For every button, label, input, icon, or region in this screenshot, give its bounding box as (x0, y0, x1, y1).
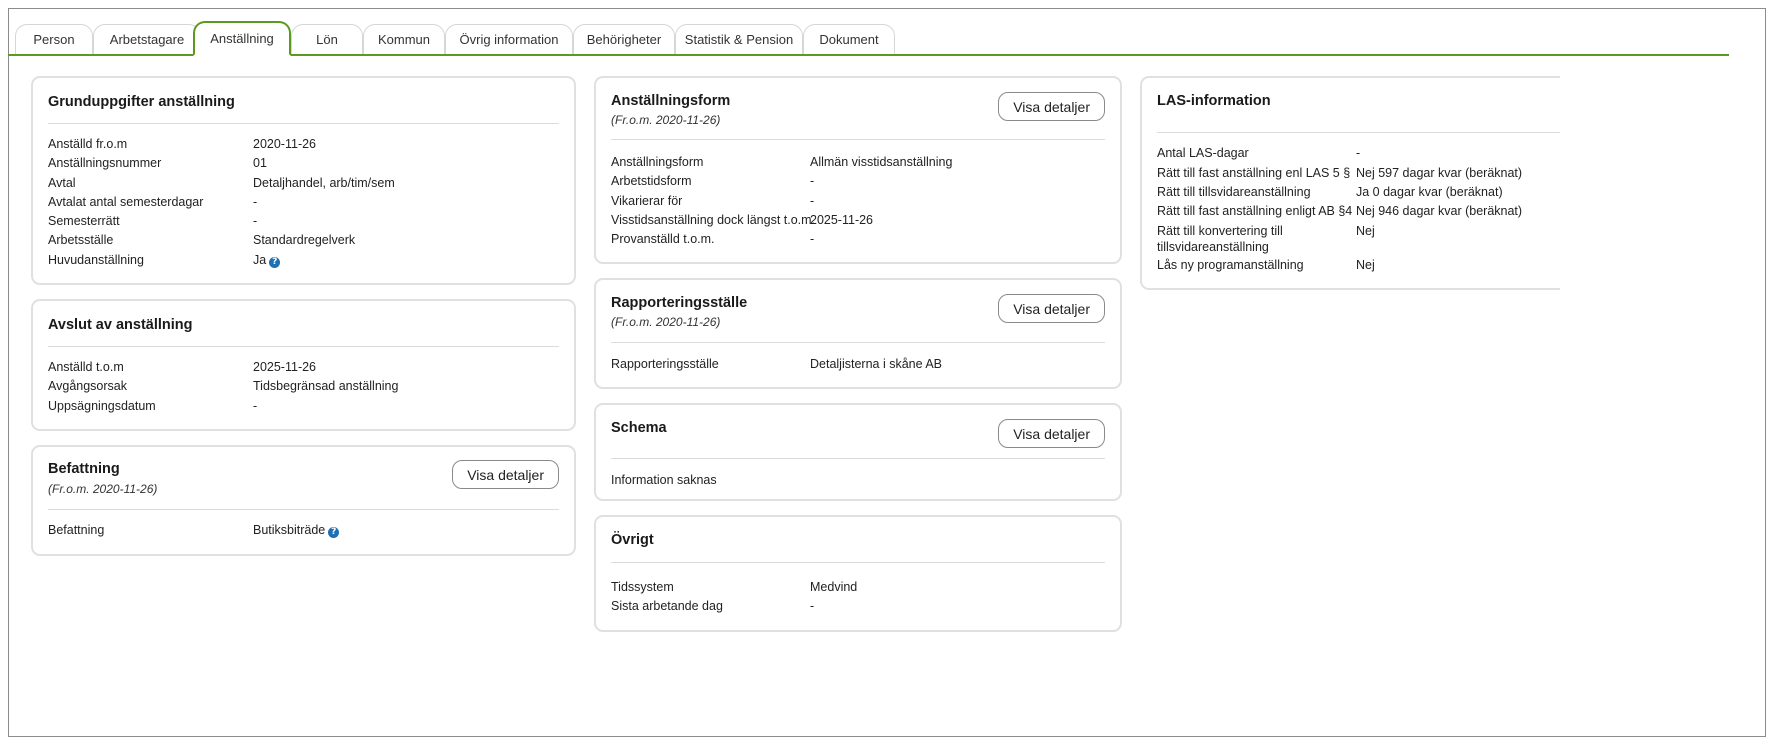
row-label: Rapporteringsställe (611, 357, 719, 371)
row-value: - (810, 174, 815, 188)
row-value: Medvind (810, 580, 858, 594)
row-value: Standardregelverk (253, 233, 356, 247)
row-label: Rätt till konvertering till tillsvidarea… (1157, 224, 1283, 254)
row-label: Rätt till fast anställning enligt AB §4 (1157, 204, 1353, 218)
visa-detaljer-button[interactable]: Visa detaljer (998, 294, 1105, 323)
anstallningsform-card: Anställningsform (Fr.o.m. 2020-11-26) Vi… (594, 76, 1122, 264)
row-value: Nej 946 dagar kvar (beräknat) (1356, 204, 1523, 218)
visa-detaljer-button[interactable]: Visa detaljer (998, 92, 1105, 121)
row-label: Sista arbetande dag (611, 599, 723, 613)
row-value: Detaljhandel, arb/tim/sem (253, 176, 395, 190)
row-value: Nej 597 dagar kvar (beräknat) (1356, 166, 1523, 180)
row-label: Anställd fr.o.m (48, 137, 128, 151)
row-value: Allmän visstidsanställning (810, 155, 953, 169)
card-title: Anställningsform (611, 93, 731, 109)
card-header: Rapporteringsställe (Fr.o.m. 2020-11-26)… (611, 280, 1105, 343)
row-value: - (253, 214, 258, 228)
card-header: Schema Visa detaljer (611, 405, 1105, 459)
row-value: Tidsbegränsad anställning (253, 379, 399, 393)
row-label: Semesterrätt (48, 214, 120, 228)
row-value: - (1356, 146, 1361, 160)
row-value: Detaljisterna i skåne AB (810, 357, 943, 371)
row-value: Nej (1356, 224, 1375, 238)
tab-behorigheter[interactable]: Behörigheter (573, 24, 675, 54)
row-label: Visstidsanställning dock längst t.o.m. (611, 213, 816, 227)
row-label: Arbetstidsform (611, 174, 692, 188)
row-label: Avtalat antal semesterdagar (48, 195, 204, 209)
tab-statistik-pension[interactable]: Statistik & Pension (675, 24, 803, 54)
row-label: Anställningsform (611, 155, 704, 169)
row-label: Rätt till tillsvidareanställning (1157, 185, 1311, 199)
card-header: Grunduppgifter anställning (48, 78, 559, 124)
grunduppgifter-card: Grunduppgifter anställning Anställd fr.o… (31, 76, 576, 285)
las-information-card: LAS-information Antal LAS-dagar - Rätt t… (1140, 76, 1560, 290)
row-value: - (810, 232, 815, 246)
row-value: 2025-11-26 (810, 213, 874, 227)
card-title: Övrigt (611, 532, 654, 548)
tab-person[interactable]: Person (15, 24, 93, 54)
befattning-card: Befattning (Fr.o.m. 2020-11-26) Visa det… (31, 445, 576, 556)
card-header: Avslut av anställning (48, 301, 559, 347)
row-label: Avtal (48, 176, 76, 190)
row-value-with-help: Ja? (253, 252, 281, 268)
card-title: LAS-information (1157, 93, 1271, 109)
row-value: 01 (253, 156, 267, 170)
row-value: Nej (1356, 258, 1375, 272)
card-subtitle: (Fr.o.m. 2020-11-26) (611, 113, 721, 127)
row-value: Butiksbiträde (253, 523, 326, 537)
ovrigt-card: Övrigt Tidssystem Medvind Sista arbetand… (594, 515, 1122, 632)
tab-kommun[interactable]: Kommun (363, 24, 445, 54)
row-value: - (253, 195, 258, 209)
tab-anstallning[interactable]: Anställning (193, 21, 291, 56)
card-title: Schema (611, 420, 667, 436)
row-value-with-help: Butiksbiträde? (253, 522, 340, 538)
card-subtitle: (Fr.o.m. 2020-11-26) (48, 482, 158, 496)
info-missing-text: Information saknas (611, 473, 717, 487)
row-value: - (810, 599, 815, 613)
tab-lon[interactable]: Lön (291, 24, 363, 54)
row-label: Antal LAS-dagar (1157, 146, 1249, 160)
row-label: Huvudanställning (48, 253, 144, 267)
card-subtitle: (Fr.o.m. 2020-11-26) (611, 315, 721, 329)
card-title: Rapporteringsställe (611, 295, 748, 311)
row-value: 2020-11-26 (253, 137, 317, 151)
visa-detaljer-button[interactable]: Visa detaljer (452, 460, 559, 489)
help-icon[interactable]: ? (269, 257, 281, 268)
tab-bar: Person Arbetstagare Anställning Lön Komm… (8, 14, 1729, 56)
tab-dokument[interactable]: Dokument (803, 24, 895, 54)
card-title: Avslut av anställning (48, 317, 193, 333)
rapporteringsstalle-card: Rapporteringsställe (Fr.o.m. 2020-11-26)… (594, 278, 1122, 389)
row-label: Vikarierar för (611, 194, 683, 208)
schema-card: Schema Visa detaljer Information saknas (594, 403, 1122, 501)
row-label: Provanställd t.o.m. (611, 232, 715, 246)
row-label: Anställd t.o.m (48, 360, 124, 374)
card-title: Befattning (48, 461, 120, 477)
row-label: Tidssystem (611, 580, 674, 594)
row-label: Lås ny programanställning (1157, 258, 1304, 272)
row-value: - (810, 194, 815, 208)
row-value: Ja 0 dagar kvar (beräknat) (1356, 185, 1503, 199)
avslut-card: Avslut av anställning Anställd t.o.m 202… (31, 299, 576, 431)
card-header: Befattning (Fr.o.m. 2020-11-26) Visa det… (48, 447, 559, 510)
card-header: Övrigt (611, 517, 1105, 563)
row-label: Befattning (48, 523, 105, 537)
help-icon[interactable]: ? (328, 527, 340, 538)
row-label: Arbetsställe (48, 233, 114, 247)
row-label: Anställningsnummer (48, 156, 162, 170)
tab-arbetstagare[interactable]: Arbetstagare (93, 24, 201, 54)
row-value: 2025-11-26 (253, 360, 317, 374)
row-label: Avgångsorsak (48, 379, 127, 393)
card-title: Grunduppgifter anställning (48, 94, 235, 110)
row-value: Ja (253, 253, 267, 267)
card-header: LAS-information (1157, 78, 1560, 133)
card-header: Anställningsform (Fr.o.m. 2020-11-26) Vi… (611, 78, 1105, 140)
row-label: Rätt till fast anställning enl LAS 5 § (1157, 166, 1351, 180)
row-value: - (253, 399, 258, 413)
row-label: Uppsägningsdatum (48, 399, 156, 413)
tab-ovrig-information[interactable]: Övrig information (445, 24, 573, 54)
visa-detaljer-button[interactable]: Visa detaljer (998, 419, 1105, 448)
